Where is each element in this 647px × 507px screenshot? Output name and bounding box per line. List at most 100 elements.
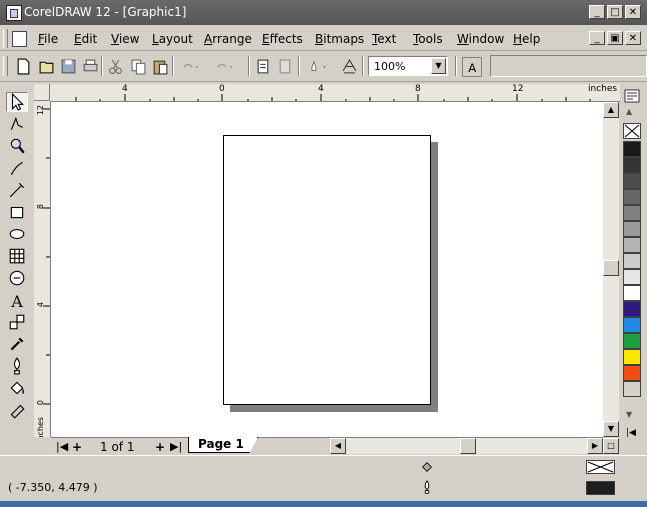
first-page-icon[interactable]: |◀ [56,440,68,453]
no-fill-swatch[interactable] [623,123,641,139]
menu-text[interactable]: Text [372,32,396,46]
menu-layout[interactable]: Layout [152,32,193,46]
fill-tool-icon[interactable] [6,378,28,398]
h-ruler-label: 12 [512,84,524,94]
outline-indicator[interactable] [586,481,615,495]
minimize-button[interactable]: _ [589,5,605,19]
menu-file[interactable]: File [38,32,58,46]
corel-online-icon[interactable] [340,57,358,75]
palette-swatch[interactable] [623,365,641,381]
palette-swatch[interactable] [623,381,641,397]
palette-swatch[interactable] [623,269,641,285]
palette-options-icon[interactable] [623,88,641,104]
scroll-right-button[interactable]: ▶ [587,438,603,454]
paste-icon[interactable] [151,57,169,75]
save-icon[interactable] [59,57,77,75]
palette-swatch[interactable] [623,317,641,333]
new-icon[interactable] [14,57,32,75]
chevron-down-icon[interactable]: ▼ [431,58,446,74]
doc-restore-button[interactable]: ▣ [607,31,623,45]
vertical-scroll-thumb[interactable] [603,260,619,276]
shape-tool-icon[interactable] [6,114,28,134]
menu-view[interactable]: View [111,32,139,46]
launcher-icon[interactable] [304,57,332,75]
scroll-down-button[interactable]: ▼ [603,421,619,437]
drawing-page[interactable] [223,135,431,405]
menu-help[interactable]: Help [513,32,540,46]
vertical-scrollbar[interactable]: ▲ ▼ [603,102,619,437]
last-page-icon[interactable]: ▶| [170,440,182,453]
basic-shapes-icon[interactable] [6,268,28,288]
import-icon[interactable] [254,57,272,75]
palette-swatch[interactable] [623,285,641,301]
palette-swatch[interactable] [623,253,641,269]
undo-icon[interactable] [177,57,203,75]
h-ruler-label: 0 [219,84,225,94]
interactive-blend-icon[interactable] [6,312,28,332]
export-icon[interactable] [276,57,294,75]
cut-icon[interactable] [106,57,124,75]
scroll-left-button[interactable]: ◀ [330,438,346,454]
palette-swatch[interactable] [623,205,641,221]
palette-swatch[interactable] [623,189,641,205]
open-icon[interactable] [37,57,55,75]
menu-bitmaps[interactable]: Bitmaps [315,32,364,46]
text-options-icon[interactable]: A [462,57,482,77]
palette-swatch[interactable] [623,237,641,253]
add-page-after-icon[interactable]: + [155,440,165,454]
toolbar-grip [3,56,8,76]
palette-swatch[interactable] [623,157,641,173]
zoom-tool-icon[interactable] [6,136,28,156]
menu-edit[interactable]: Edit [74,32,97,46]
menu-arrange[interactable]: Arrange [204,32,252,46]
palette-swatch[interactable] [623,333,641,349]
graph-paper-icon[interactable] [6,246,28,266]
horizontal-scroll-thumb[interactable] [460,438,476,454]
scroll-up-button[interactable]: ▲ [603,102,619,118]
rectangle-tool-icon[interactable] [6,202,28,222]
palette-swatch[interactable] [623,173,641,189]
title-bar[interactable]: CorelDRAW 12 - [Graphic1] _ □ ✕ [0,0,647,25]
interactive-fill-icon[interactable] [6,400,28,420]
horizontal-scrollbar[interactable]: ◀ ▶ [330,438,603,454]
eyedropper-icon[interactable] [6,334,28,354]
outline-tool-icon[interactable] [6,356,28,376]
property-bar-field[interactable] [490,55,647,77]
toolbar-separator [362,56,364,76]
ruler-origin[interactable] [34,84,50,101]
maximize-button[interactable]: □ [607,5,623,19]
toolbar-separator [298,56,300,76]
palette-swatch[interactable] [623,349,641,365]
palette-swatch[interactable] [623,141,641,157]
doc-close-button[interactable]: ✕ [625,31,641,45]
palette-scroll-down-icon[interactable]: ▼ [626,410,632,419]
fill-indicator[interactable] [586,460,615,474]
close-button[interactable]: ✕ [625,5,641,19]
page-tab[interactable]: Page 1 [188,437,258,453]
toolbox: A [0,85,32,453]
app-icon[interactable] [6,5,22,21]
view-navigator-button[interactable]: □ [603,438,619,454]
palette-expand-icon[interactable]: |◀ [626,428,636,438]
palette-scroll-up-icon[interactable]: ▲ [626,107,632,116]
zoom-level-select[interactable]: 100% ▼ [368,56,448,76]
menu-tools[interactable]: Tools [413,32,443,46]
palette-swatch[interactable] [623,301,641,317]
smart-fill-icon[interactable] [6,180,28,200]
freehand-tool-icon[interactable] [6,158,28,178]
document-icon[interactable] [12,31,27,47]
redo-icon[interactable] [211,57,237,75]
ellipse-tool-icon[interactable] [6,224,28,244]
horizontal-ruler[interactable]: 4 0 4 8 12 inches [50,84,620,102]
pick-tool-icon[interactable] [6,92,28,112]
vertical-ruler[interactable]: 12 8 4 0 inches [34,101,51,437]
add-page-before-icon[interactable]: + [72,440,82,454]
print-icon[interactable] [81,57,99,75]
doc-minimize-button[interactable]: _ [589,31,605,45]
palette-swatch[interactable] [623,221,641,237]
copy-icon[interactable] [129,57,147,75]
menu-effects[interactable]: Effects [262,32,303,46]
menu-window[interactable]: Window [457,32,504,46]
text-tool-icon[interactable]: A [6,290,28,310]
v-ruler-label: 12 [36,105,45,116]
